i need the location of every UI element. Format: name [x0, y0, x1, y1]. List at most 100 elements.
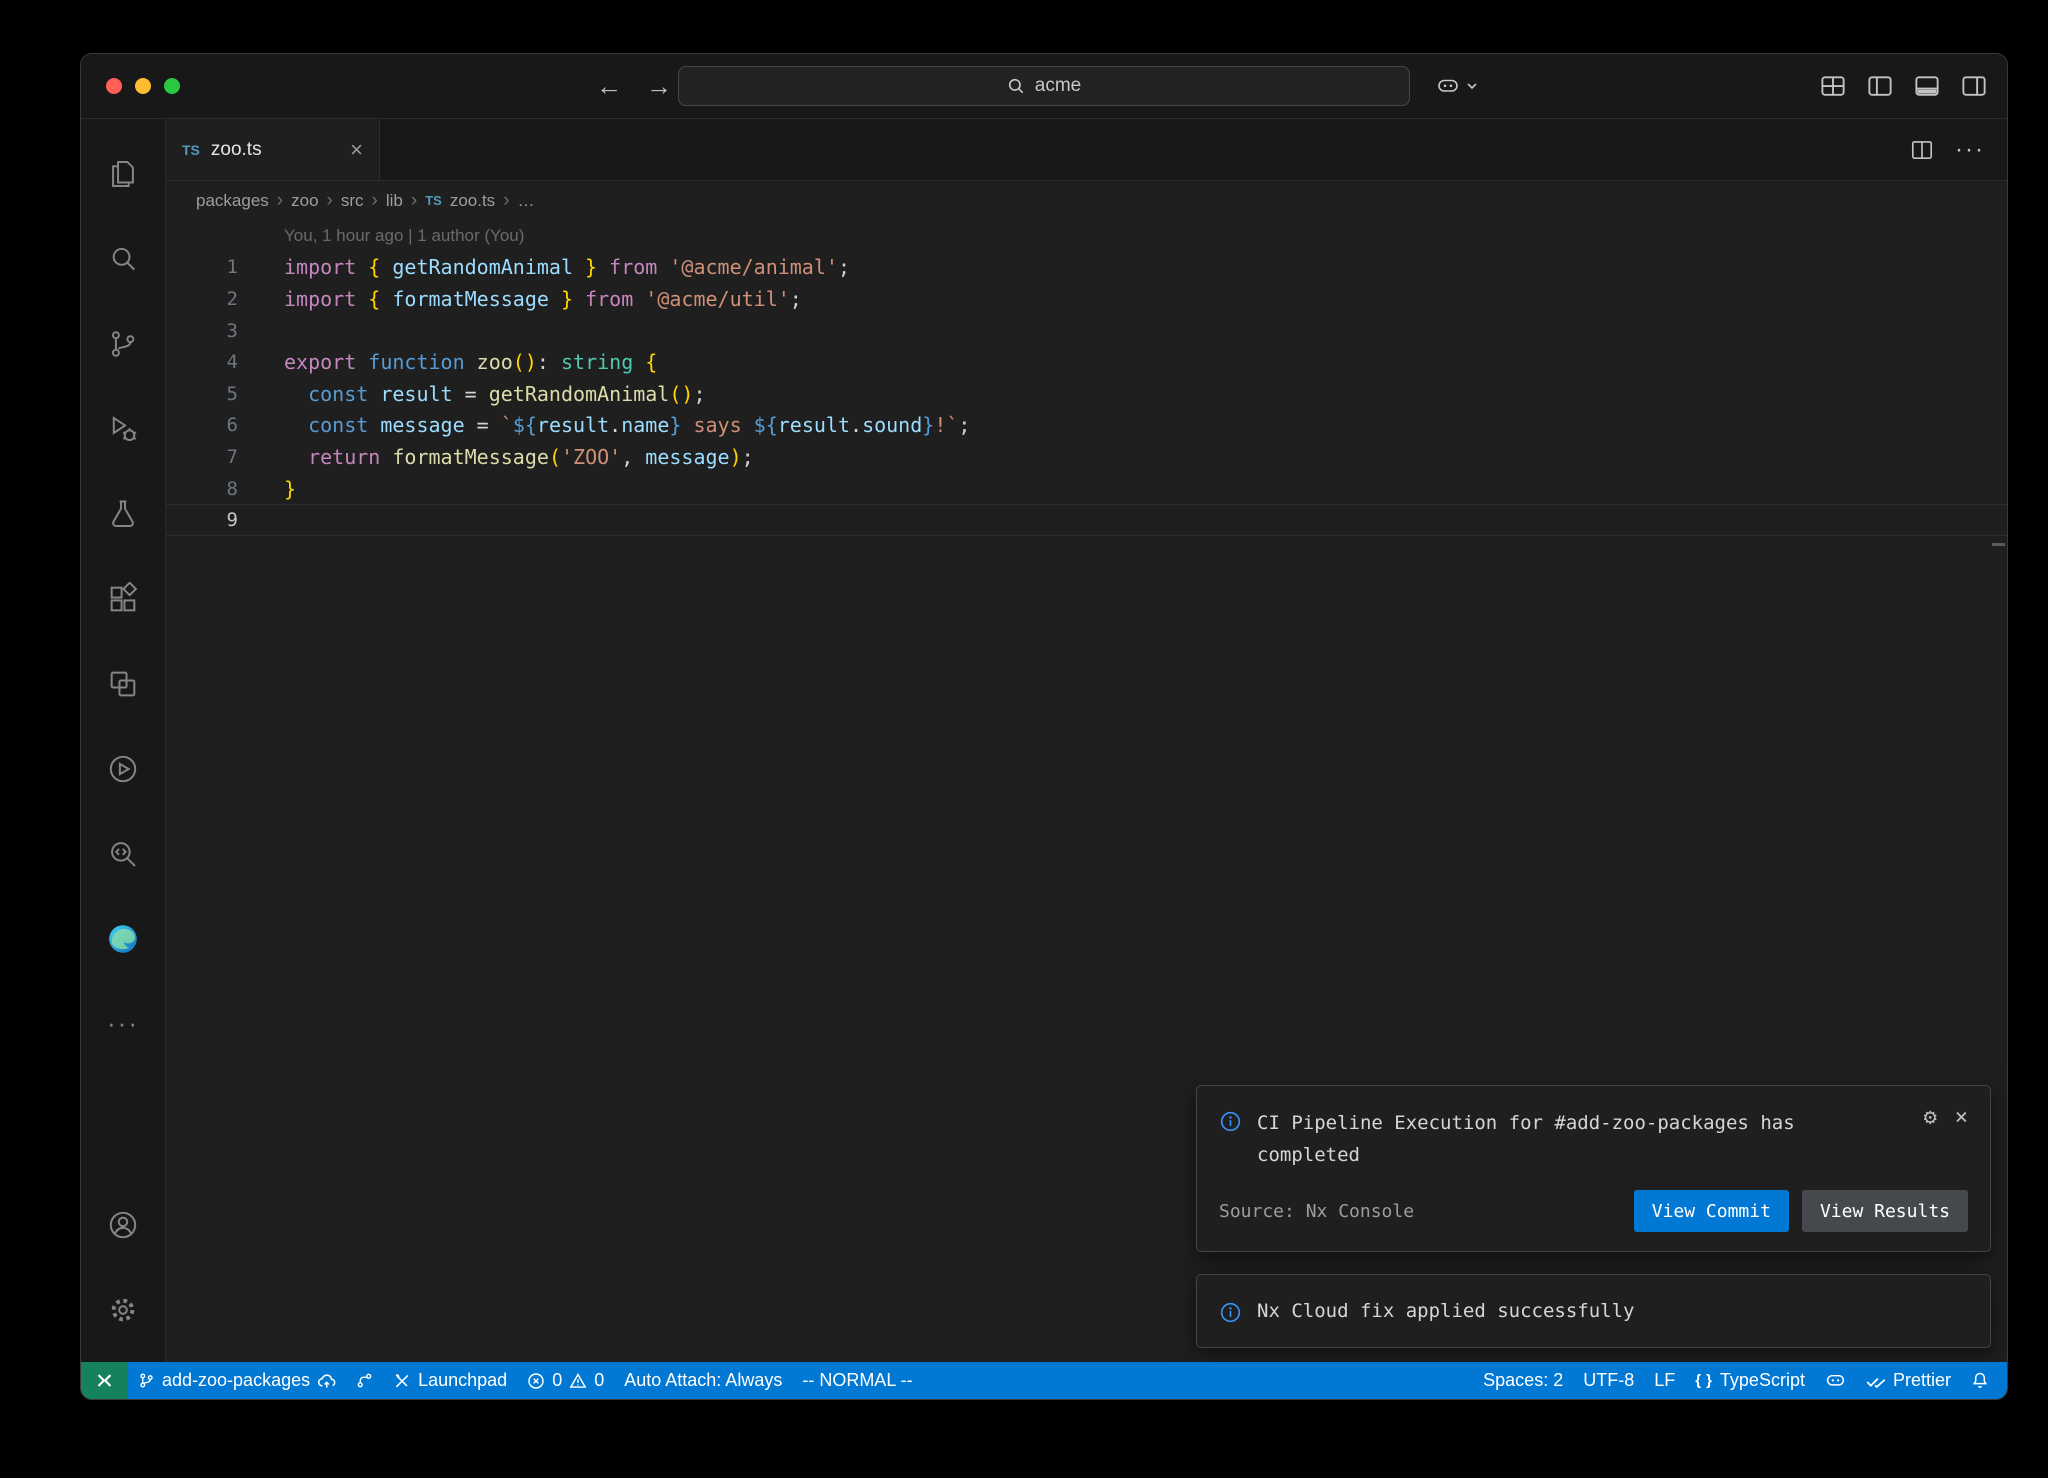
language-label: TypeScript [1720, 1370, 1805, 1391]
vscode-window: ← → acme [80, 53, 2008, 1400]
launchpad-label: Launchpad [418, 1370, 507, 1391]
view-results-button[interactable]: View Results [1802, 1190, 1968, 1232]
titlebar: ← → acme [81, 54, 2007, 119]
edge-browser-icon[interactable] [81, 896, 166, 981]
settings-gear-icon[interactable] [81, 1267, 166, 1352]
back-arrow-icon[interactable]: ← [596, 71, 622, 102]
line-number[interactable]: 6 [166, 414, 238, 436]
search-sidebar-icon[interactable] [81, 216, 166, 301]
line-number[interactable]: 5 [166, 383, 238, 405]
eol-item[interactable]: LF [1644, 1362, 1685, 1399]
breadcrumb-item[interactable]: src [341, 191, 364, 211]
command-center-search[interactable]: acme [678, 66, 1410, 106]
remote-indicator[interactable] [81, 1362, 128, 1399]
source-branch-icon [138, 1372, 155, 1389]
line-number[interactable]: 4 [166, 351, 238, 373]
formatter-item[interactable]: Prettier [1856, 1362, 1961, 1399]
overview-ruler-mark [1992, 543, 2005, 546]
breadcrumb-item[interactable]: packages [196, 191, 269, 211]
indentation-item[interactable]: Spaces: 2 [1473, 1362, 1573, 1399]
chevron-right-icon: › [277, 190, 283, 212]
notification-close-icon[interactable]: × [1955, 1107, 1968, 1129]
notification-settings-gear-icon[interactable]: ⚙ [1924, 1107, 1937, 1129]
code-lines: You, 1 hour ago | 1 author (You)1import … [166, 220, 2007, 536]
indentation-label: Spaces: 2 [1483, 1370, 1563, 1391]
extensions-icon[interactable] [81, 556, 166, 641]
testing-icon[interactable] [81, 471, 166, 556]
line-number[interactable]: 7 [166, 446, 238, 468]
breadcrumb-item[interactable]: … [518, 191, 535, 211]
chevron-down-icon [1466, 82, 1478, 90]
forward-arrow-icon[interactable]: → [646, 71, 672, 102]
git-branch-item[interactable]: add-zoo-packages [128, 1362, 346, 1399]
notifications-bell-item[interactable] [1961, 1362, 1999, 1399]
explorer-icon[interactable] [81, 131, 166, 216]
code-line-9[interactable]: 9 [166, 504, 2007, 536]
breadcrumb-item[interactable]: zoo.ts [450, 191, 495, 211]
close-window-button[interactable] [106, 78, 122, 94]
line-number[interactable]: 2 [166, 288, 238, 310]
encoding-item[interactable]: UTF-8 [1573, 1362, 1644, 1399]
line-content: import { formatMessage } from '@acme/uti… [238, 287, 802, 311]
code-line-2[interactable]: 2import { formatMessage } from '@acme/ut… [166, 283, 2007, 315]
account-icon[interactable] [81, 1182, 166, 1267]
activity-bar: ··· [81, 119, 166, 1362]
tab-label: zoo.ts [211, 139, 262, 161]
split-editor-icon[interactable] [1909, 137, 1935, 163]
double-check-icon [1866, 1373, 1886, 1389]
code-line-1[interactable]: 1import { getRandomAnimal } from '@acme/… [166, 252, 2007, 284]
line-number[interactable]: 3 [166, 320, 238, 342]
encoding-label: UTF-8 [1583, 1370, 1634, 1391]
run-and-debug-icon[interactable] [81, 386, 166, 471]
code-line-3[interactable]: 3 [166, 315, 2007, 347]
line-content: const message = `${result.name} says ${r… [238, 413, 970, 437]
window-traffic-lights [106, 78, 180, 94]
line-content: import { getRandomAnimal } from '@acme/a… [238, 255, 850, 279]
code-line-5[interactable]: 5 const result = getRandomAnimal(); [166, 378, 2007, 410]
code-inspect-icon[interactable] [81, 811, 166, 896]
code-line-7[interactable]: 7 return formatMessage('ZOO', message); [166, 441, 2007, 473]
breadcrumb-item[interactable]: zoo [291, 191, 318, 211]
line-number[interactable]: 1 [166, 256, 238, 278]
vim-mode-item[interactable]: -- NORMAL -- [792, 1362, 922, 1399]
breadcrumb-item[interactable]: lib [386, 191, 403, 211]
more-views-icon[interactable]: ··· [81, 981, 166, 1066]
editor-actions: ··· [1909, 119, 2007, 180]
view-commit-button[interactable]: View Commit [1634, 1190, 1789, 1232]
notifications: CI Pipeline Execution for #add-zoo-packa… [1196, 1085, 1991, 1348]
status-bar: add-zoo-packages Launchpad 0 0 Auto Atta… [81, 1362, 2007, 1399]
line-number[interactable]: 9 [166, 509, 238, 531]
eol-label: LF [1654, 1370, 1675, 1391]
toggle-primary-sidebar-icon[interactable] [1865, 71, 1895, 101]
copilot-menu-button[interactable] [1436, 54, 1478, 118]
language-mode-item[interactable]: { } TypeScript [1685, 1362, 1815, 1399]
maximize-window-button[interactable] [164, 78, 180, 94]
tab-zoo-ts[interactable]: TS zoo.ts × [166, 119, 380, 180]
launchpad-item[interactable]: Launchpad [383, 1362, 517, 1399]
line-content: const result = getRandomAnimal(); [238, 382, 705, 406]
more-actions-icon[interactable]: ··· [1955, 136, 1985, 164]
line-content: } [238, 477, 296, 501]
code-line-4[interactable]: 4export function zoo(): string { [166, 346, 2007, 378]
toggle-secondary-sidebar-icon[interactable] [1959, 71, 1989, 101]
play-circle-icon[interactable] [81, 726, 166, 811]
auto-attach-item[interactable]: Auto Attach: Always [614, 1362, 792, 1399]
close-tab-icon[interactable]: × [350, 139, 363, 161]
search-icon [1007, 77, 1025, 95]
problems-item[interactable]: 0 0 [517, 1362, 614, 1399]
source-control-graph-item[interactable] [346, 1362, 383, 1399]
chevron-right-icon: › [503, 190, 509, 212]
code-line-8[interactable]: 8} [166, 473, 2007, 505]
minimize-window-button[interactable] [135, 78, 151, 94]
line-number[interactable]: 8 [166, 478, 238, 500]
toggle-panel-icon[interactable] [1912, 71, 1942, 101]
code-editor[interactable]: You, 1 hour ago | 1 author (You)1import … [166, 220, 2007, 1362]
code-line-6[interactable]: 6 const message = `${result.name} says $… [166, 410, 2007, 442]
error-count: 0 [552, 1370, 562, 1391]
braces-icon: { } [1695, 1372, 1713, 1389]
customize-layout-icon[interactable] [1818, 71, 1848, 101]
git-graph-icon [356, 1372, 373, 1389]
source-control-icon[interactable] [81, 301, 166, 386]
nx-console-icon[interactable] [81, 641, 166, 726]
copilot-status-item[interactable] [1815, 1362, 1856, 1399]
